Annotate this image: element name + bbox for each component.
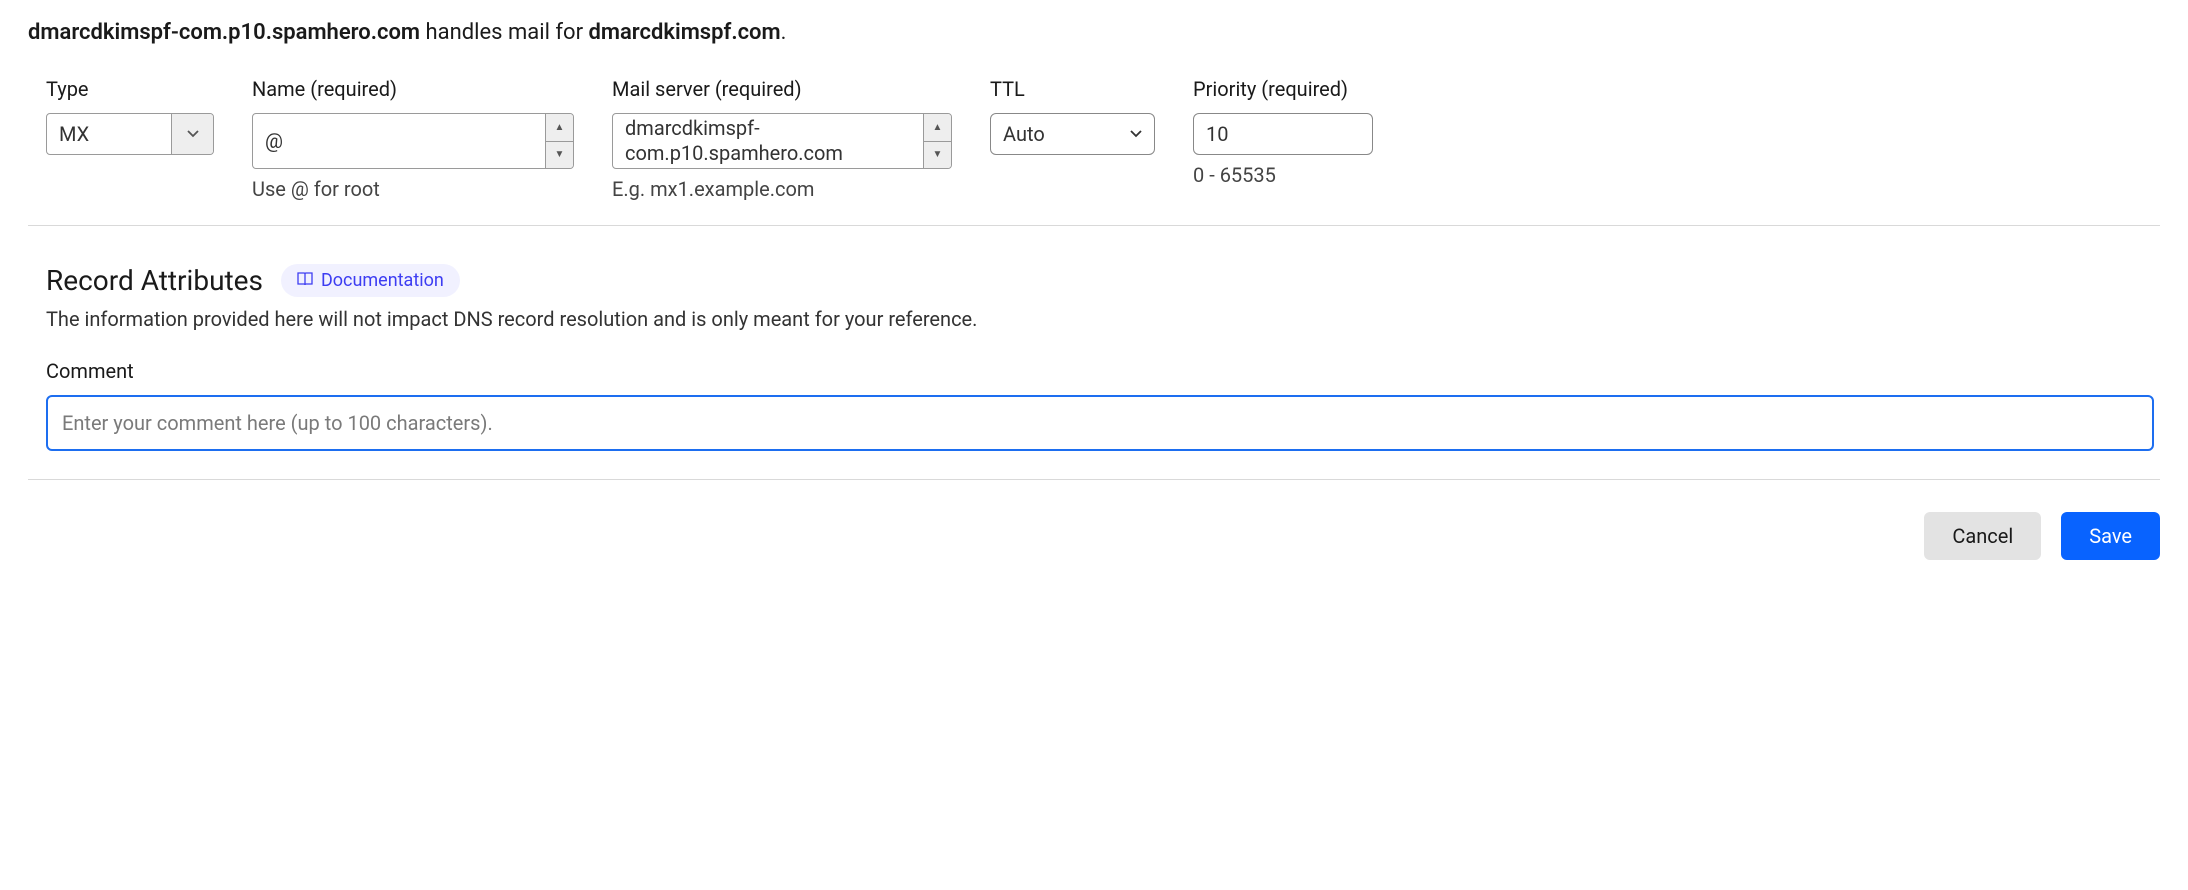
attributes-description: The information provided here will not i… [46,307,2154,331]
priority-hint: 0 - 65535 [1193,163,1373,187]
mail-server-combobox[interactable]: dmarcdkimspf-com.p10.spamhero.com ▲ ▼ [612,113,952,169]
comment-label: Comment [46,359,2154,383]
field-priority: Priority (required) 10 0 - 65535 [1193,77,1373,201]
type-select[interactable]: MX [46,113,214,155]
summary-trailing: . [781,20,787,45]
spinner-up-icon[interactable]: ▲ [546,114,573,142]
attributes-title: Record Attributes [46,264,263,297]
type-value: MX [47,114,171,154]
summary-domain: dmarcdkimspf.com [588,20,780,45]
comment-input[interactable] [46,395,2154,451]
cancel-button[interactable]: Cancel [1924,512,2041,560]
mail-server-spinner: ▲ ▼ [923,114,951,168]
field-ttl: TTL Auto [990,77,1155,201]
mail-server-label: Mail server (required) [612,77,952,101]
name-value: @ [253,114,545,168]
record-attributes-section: Record Attributes Documentation The info… [28,226,2160,480]
name-hint: Use @ for root [252,177,574,201]
spinner-down-icon[interactable]: ▼ [546,142,573,169]
field-name: Name (required) @ ▲ ▼ Use @ for root [252,77,574,201]
form-footer: Cancel Save [28,480,2160,560]
mail-server-hint: E.g. mx1.example.com [612,177,952,201]
ttl-label: TTL [990,77,1155,101]
name-combobox[interactable]: @ ▲ ▼ [252,113,574,169]
chevron-down-icon [171,114,213,154]
field-type: Type MX [46,77,214,201]
dns-record-form-row: Type MX Name (required) @ ▲ ▼ Use @ for … [28,77,2160,226]
mx-summary: dmarcdkimspf-com.p10.spamhero.com handle… [28,20,2160,45]
save-button[interactable]: Save [2061,512,2160,560]
chevron-down-icon [1130,130,1142,138]
priority-value: 10 [1206,122,1228,146]
attributes-header: Record Attributes Documentation [46,264,2154,297]
spinner-up-icon[interactable]: ▲ [924,114,951,142]
spinner-down-icon[interactable]: ▼ [924,142,951,169]
summary-middle: handles mail for [420,20,588,45]
documentation-link[interactable]: Documentation [281,264,460,297]
type-label: Type [46,77,214,101]
priority-label: Priority (required) [1193,77,1373,101]
mail-server-value: dmarcdkimspf-com.p10.spamhero.com [613,114,923,168]
book-icon [297,270,313,291]
documentation-label: Documentation [321,270,444,291]
priority-input[interactable]: 10 [1193,113,1373,155]
field-mail-server: Mail server (required) dmarcdkimspf-com.… [612,77,952,201]
summary-server-host: dmarcdkimspf-com.p10.spamhero.com [28,20,420,45]
name-spinner: ▲ ▼ [545,114,573,168]
ttl-value: Auto [1003,122,1045,146]
ttl-select[interactable]: Auto [990,113,1155,155]
name-label: Name (required) [252,77,574,101]
